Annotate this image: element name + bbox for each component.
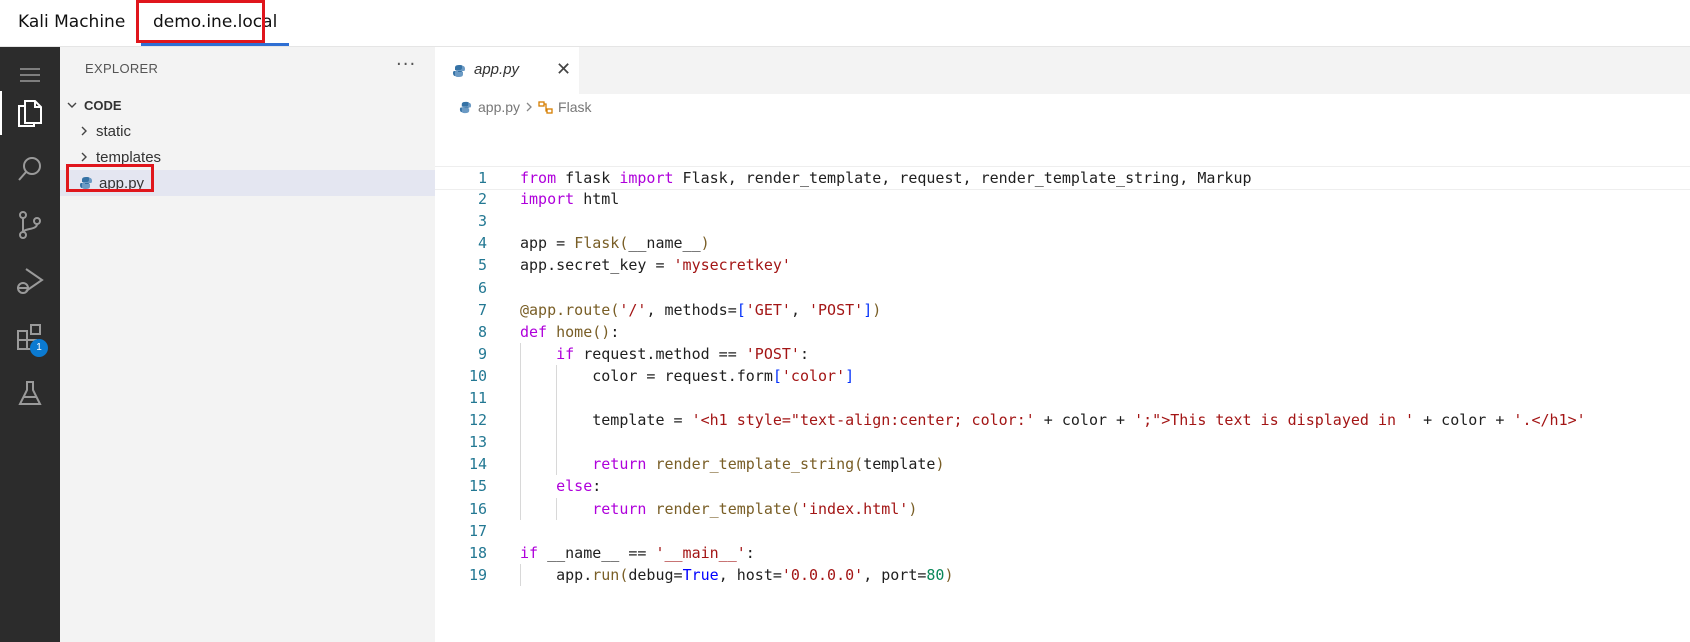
chevron-right-icon (76, 123, 92, 139)
top-tab-bar: Kali Machine demo.ine.local (0, 0, 1690, 47)
line-number: 3 (477, 212, 487, 231)
tree-item-label: static (96, 122, 132, 140)
code-line[interactable]: 7 @app.route('/', methods=['GET', 'POST']… (435, 299, 1690, 323)
line-number: 2 (477, 190, 487, 209)
line-number: 9 (477, 344, 487, 363)
tree-item-static[interactable]: static (60, 118, 435, 144)
editor-area: app.py ✕ app.py Flask 1 from flask import… (435, 47, 1690, 642)
code-line[interactable]: 10 color = request.form['color'] (435, 365, 1690, 389)
indent-guide (520, 563, 521, 586)
line-content: def home(): (520, 322, 620, 341)
code-line[interactable]: 2 import html (435, 188, 1690, 212)
code-line[interactable]: 13 (435, 431, 1690, 455)
class-symbol-icon (538, 100, 553, 114)
chevron-right-icon (76, 149, 92, 165)
extensions-icon[interactable]: 1 (0, 309, 60, 365)
line-number: 7 (477, 300, 487, 319)
python-file-icon (452, 63, 466, 82)
chevron-right-icon (524, 99, 534, 115)
code-line[interactable]: 8 def home(): (435, 321, 1690, 345)
line-content: if __name__ == '__main__': (520, 543, 755, 562)
line-number: 16 (468, 499, 487, 518)
code-line[interactable]: 19 app.run(debug=True, host='0.0.0.0', p… (435, 564, 1690, 588)
editor-tab-app-py[interactable]: app.py ✕ (435, 47, 579, 94)
explorer-icon[interactable] (0, 85, 60, 141)
activity-bar: 1 (0, 47, 60, 642)
editor-tab-label: app.py (474, 61, 520, 78)
code-line[interactable]: 3 (435, 210, 1690, 234)
code-line[interactable]: 11 (435, 387, 1690, 411)
line-content: app = Flask(__name__) (520, 234, 710, 253)
tree-item-label: templates (96, 148, 162, 166)
source-control-icon[interactable] (0, 197, 60, 253)
line-number: 12 (468, 411, 487, 430)
tree-item-app-py[interactable]: app.py (60, 170, 435, 196)
chevron-down-icon (64, 97, 80, 113)
line-content: return render_template('index.html') (592, 499, 918, 518)
indent-guide (556, 364, 558, 476)
testing-icon[interactable] (0, 365, 60, 421)
line-number: 17 (468, 521, 487, 540)
indent-guide (520, 342, 521, 520)
code-line[interactable]: 15 else: (435, 475, 1690, 499)
tree-item-templates[interactable]: templates (60, 144, 435, 170)
python-file-icon (78, 175, 94, 191)
indent-guide (556, 497, 558, 520)
line-content: color = request.form['color'] (520, 366, 855, 385)
line-number: 8 (477, 322, 487, 341)
code-line[interactable]: 14 return render_template_string(templat… (435, 453, 1690, 477)
line-number: 14 (468, 455, 487, 474)
extensions-badge: 1 (30, 339, 48, 357)
line-number: 6 (477, 278, 487, 297)
line-number: 4 (477, 234, 487, 253)
line-content: import html (520, 190, 620, 209)
line-number: 13 (468, 433, 487, 452)
tree-root-code[interactable]: CODE (60, 92, 435, 118)
top-tab-demo-ine-local[interactable]: demo.ine.local (141, 0, 290, 46)
code-line[interactable]: 12 template = '<h1 style="text-align:cen… (435, 409, 1690, 433)
line-number: 19 (468, 565, 487, 584)
code-line[interactable]: 16 return render_template('index.html') (435, 498, 1690, 522)
line-content: else: (556, 477, 602, 496)
line-content: return render_template_string(template) (592, 455, 945, 474)
python-file-icon (459, 101, 472, 114)
explorer-sidebar: EXPLORER ··· CODE static templates app.p… (60, 47, 435, 642)
code-line[interactable]: 17 (435, 520, 1690, 544)
line-number: 15 (468, 477, 487, 496)
tree-root-label: CODE (84, 97, 122, 113)
active-tab-indicator (141, 43, 290, 46)
editor-tab-strip: app.py ✕ (435, 47, 1690, 94)
code-line[interactable]: 1 from flask import Flask, render_templat… (435, 166, 1690, 190)
line-content: if request.method == 'POST': (556, 344, 809, 363)
line-number: 11 (468, 389, 487, 407)
top-tab-label: demo.ine.local (153, 12, 278, 32)
top-tab-kali-machine[interactable]: Kali Machine (18, 0, 125, 46)
more-actions-icon[interactable]: ··· (396, 54, 416, 75)
line-number: 18 (468, 543, 487, 562)
tree-item-label: app.py (99, 174, 145, 192)
line-number: 10 (468, 366, 487, 385)
line-content: template = '<h1 style="text-align:center… (520, 411, 1586, 430)
close-icon[interactable]: ✕ (556, 59, 571, 80)
line-content: @app.route('/', methods=['GET', 'POST']) (520, 300, 882, 319)
breadcrumb-file[interactable]: app.py (478, 99, 520, 115)
code-line[interactable]: 4 app = Flask(__name__) (435, 232, 1690, 256)
line-content: app.run(debug=True, host='0.0.0.0', port… (520, 565, 954, 584)
code-line[interactable]: 6 (435, 277, 1690, 301)
search-icon[interactable] (0, 141, 60, 197)
line-number: 5 (477, 256, 487, 275)
breadcrumb: app.py Flask (459, 95, 592, 119)
code-line[interactable]: 18 if __name__ == '__main__': (435, 542, 1690, 566)
explorer-title: EXPLORER (85, 61, 159, 76)
code-line[interactable]: 9 if request.method == 'POST': (435, 343, 1690, 367)
line-content: app.secret_key = 'mysecretkey' (520, 256, 791, 275)
run-debug-icon[interactable] (0, 253, 60, 309)
breadcrumb-symbol[interactable]: Flask (558, 99, 591, 115)
code-line[interactable]: 5 app.secret_key = 'mysecretkey' (435, 254, 1690, 278)
